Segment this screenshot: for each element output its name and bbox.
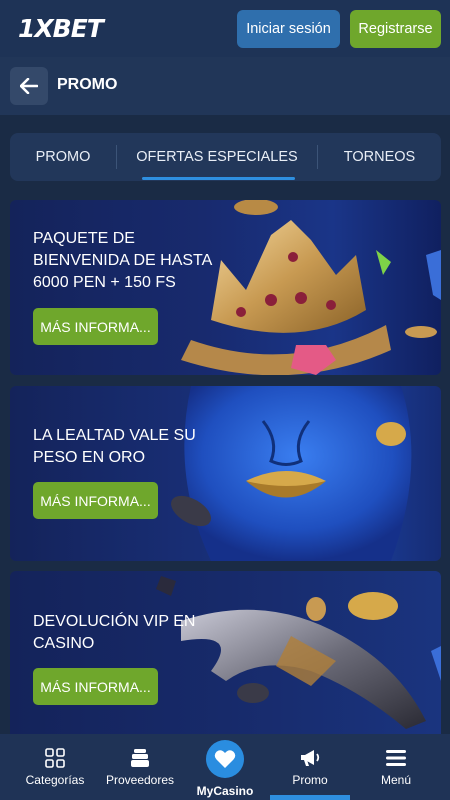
megaphone-icon: [299, 747, 321, 769]
promo-card-title: DEVOLUCIÓN VIP EN CASINO: [33, 613, 196, 652]
promo-card-vip-cashback[interactable]: DEVOLUCIÓN VIP EN CASINO MÁS INFORMA...: [10, 571, 441, 741]
nav-label: Promo: [292, 773, 328, 787]
active-tab-indicator: [142, 177, 295, 180]
promo-card-title: LA LEALTAD VALE SU PESO EN ORO: [33, 427, 196, 466]
arrow-left-icon: [20, 78, 38, 94]
promo-card-title: PAQUETE DE BIENVENIDA DE HASTA 6000 PEN …: [33, 230, 212, 291]
golden-lips-face-illustration: [171, 386, 412, 561]
promo-card-welcome[interactable]: PAQUETE DE BIENVENIDA DE HASTA 6000 PEN …: [10, 200, 441, 375]
tab-ofertas-especiales[interactable]: OFERTAS ESPECIALES: [117, 133, 317, 181]
login-button[interactable]: Iniciar sesión: [237, 10, 340, 48]
top-header: 1XBET Iniciar sesión Registrarse: [0, 0, 450, 57]
golden-horn-illustration: [156, 576, 441, 729]
tab-promo[interactable]: PROMO: [10, 133, 116, 181]
nav-label: MyCasino: [196, 784, 254, 798]
nav-categorias[interactable]: Categorías: [14, 734, 96, 800]
nav-proveedores[interactable]: Proveedores: [100, 734, 180, 800]
hamburger-icon: [385, 747, 407, 769]
heart-icon: [206, 740, 244, 778]
nav-promo[interactable]: Promo: [270, 734, 350, 800]
page-header: PROMO: [0, 57, 450, 115]
stack-icon: [130, 747, 150, 769]
brand-logo[interactable]: 1XBET: [18, 14, 104, 43]
page-title: PROMO: [57, 76, 118, 93]
bottom-navigation: Categorías Proveedores MyCasino Promo Me…: [0, 734, 450, 800]
more-info-button[interactable]: MÁS INFORMA...: [33, 482, 158, 519]
grid-icon: [45, 747, 65, 769]
nav-label: Menú: [380, 773, 412, 787]
active-nav-indicator: [270, 795, 350, 800]
nav-mycasino[interactable]: MyCasino: [186, 734, 264, 800]
promo-tabs: PROMO OFERTAS ESPECIALES TORNEOS: [10, 133, 441, 181]
register-button[interactable]: Registrarse: [350, 10, 441, 48]
nav-label: Categorías: [25, 773, 85, 787]
promo-card-loyalty[interactable]: LA LEALTAD VALE SU PESO EN ORO MÁS INFOR…: [10, 386, 441, 561]
more-info-button[interactable]: MÁS INFORMA...: [33, 668, 158, 705]
nav-menu[interactable]: Menú: [356, 734, 436, 800]
more-info-button[interactable]: MÁS INFORMA...: [33, 308, 158, 345]
back-button[interactable]: [10, 67, 48, 105]
tab-torneos[interactable]: TORNEOS: [318, 133, 441, 181]
nav-label: Proveedores: [105, 773, 175, 787]
